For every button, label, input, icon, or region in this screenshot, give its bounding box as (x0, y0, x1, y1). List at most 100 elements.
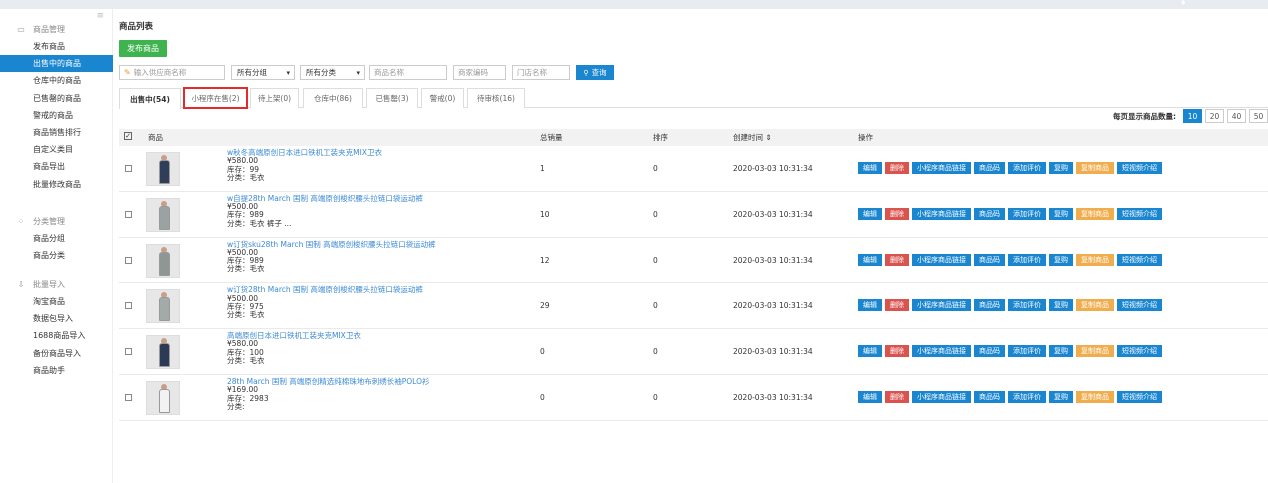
sidebar-item-assistant[interactable]: 商品助手 (0, 362, 113, 379)
repurchase-button[interactable]: 复购 (1049, 299, 1073, 312)
sidebar-item-sales-rank[interactable]: 商品销售排行 (0, 124, 113, 141)
copy-product-button[interactable]: 复制商品 (1076, 390, 1114, 403)
add-review-button[interactable]: 添加评价 (1008, 253, 1046, 266)
short-video-button[interactable]: 短视频介绍 (1117, 345, 1162, 358)
menu-toggle-icon[interactable]: ≡ (96, 12, 104, 21)
search-button[interactable]: ⚲ 查询 (576, 65, 614, 80)
edit-button[interactable]: 编辑 (858, 253, 882, 266)
delete-button[interactable]: 删除 (885, 345, 909, 358)
delete-button[interactable]: 删除 (885, 253, 909, 266)
store-name-input[interactable]: 门店名称 (512, 65, 570, 80)
repurchase-button[interactable]: 复购 (1049, 162, 1073, 174)
user-icon[interactable]: ♦ (1180, 0, 1188, 7)
sidebar-item-1688[interactable]: 1688商品导入 (0, 327, 113, 344)
copy-product-button[interactable]: 复制商品 (1076, 299, 1114, 312)
edit-button[interactable]: 编辑 (858, 345, 882, 358)
product-code-button[interactable]: 商品码 (974, 390, 1005, 403)
product-title-link[interactable]: w自提28th March 国制 高端原创梭织腰头拉链口袋运动裤 (227, 194, 527, 203)
page-size-option[interactable]: 20 (1205, 109, 1224, 123)
product-code-button[interactable]: 商品码 (974, 207, 1005, 220)
tab-pending-review[interactable]: 待审核(16) (467, 88, 525, 108)
product-thumbnail[interactable] (146, 335, 180, 370)
sidebar-item-goods-group[interactable]: 商品分组 (0, 230, 113, 247)
short-video-button[interactable]: 短视频介绍 (1117, 162, 1162, 174)
miniprogram-link-button[interactable]: 小程序商品链接 (912, 345, 971, 358)
sidebar-item-custom-category[interactable]: 自定义类目 (0, 141, 113, 158)
product-code-button[interactable]: 商品码 (974, 253, 1005, 266)
short-video-button[interactable]: 短视频介绍 (1117, 207, 1162, 220)
sidebar-item-goods-category[interactable]: 商品分类 (0, 247, 113, 264)
add-review-button[interactable]: 添加评价 (1008, 390, 1046, 403)
page-size-option[interactable]: 40 (1227, 109, 1246, 123)
row-checkbox[interactable] (125, 348, 132, 356)
sidebar-item-export[interactable]: 商品导出 (0, 158, 113, 175)
col-created[interactable]: 创建时间 ⇕ (733, 129, 772, 146)
miniprogram-link-button[interactable]: 小程序商品链接 (912, 162, 971, 174)
product-thumbnail[interactable] (146, 243, 180, 278)
sidebar-item-warehouse[interactable]: 仓库中的商品 (0, 72, 113, 89)
short-video-button[interactable]: 短视频介绍 (1117, 253, 1162, 266)
tab-pending-shelf[interactable]: 待上架(0) (250, 88, 299, 108)
sidebar-group-head[interactable]: ▭ 商品管理 (0, 21, 113, 38)
sidebar-item-batch-edit[interactable]: 批量修改商品 (0, 176, 113, 193)
copy-product-button[interactable]: 复制商品 (1076, 345, 1114, 358)
miniprogram-link-button[interactable]: 小程序商品链接 (912, 299, 971, 312)
product-code-button[interactable]: 商品码 (974, 299, 1005, 312)
publish-button[interactable]: 发布商品 (119, 40, 167, 57)
edit-button[interactable]: 编辑 (858, 162, 882, 174)
product-title-link[interactable]: w订货sku28th March 国制 高端原创梭织腰头拉链口袋运动裤 (227, 240, 527, 249)
miniprogram-link-button[interactable]: 小程序商品链接 (912, 390, 971, 403)
tab-on-sale[interactable]: 出售中(54) (119, 88, 181, 109)
sidebar-group-head[interactable]: ⇩ 批量导入 (0, 276, 113, 293)
col-sort[interactable]: 排序 (653, 129, 668, 146)
add-review-button[interactable]: 添加评价 (1008, 345, 1046, 358)
sidebar-item-sold-out[interactable]: 已售罄的商品 (0, 90, 113, 107)
repurchase-button[interactable]: 复购 (1049, 345, 1073, 358)
delete-button[interactable]: 删除 (885, 299, 909, 312)
row-checkbox[interactable] (125, 165, 132, 172)
tab-sold-out[interactable]: 已售罄(3) (366, 88, 418, 108)
supplier-input[interactable]: ✎ 输入供应商名称 (119, 65, 225, 80)
select-all-checkbox[interactable]: ✓ (124, 132, 132, 140)
sidebar-item-alert[interactable]: 警戒的商品 (0, 107, 113, 124)
edit-button[interactable]: 编辑 (858, 390, 882, 403)
product-thumbnail[interactable] (146, 197, 180, 232)
miniprogram-link-button[interactable]: 小程序商品链接 (912, 253, 971, 266)
miniprogram-link-button[interactable]: 小程序商品链接 (912, 207, 971, 220)
row-checkbox[interactable] (125, 256, 132, 264)
sidebar-item-taobao[interactable]: 淘宝商品 (0, 293, 113, 310)
sidebar-item-on-sale[interactable]: 出售中的商品 (0, 55, 113, 73)
product-code-button[interactable]: 商品码 (974, 162, 1005, 174)
sidebar-group-head[interactable]: ⁘ 分类管理 (0, 213, 113, 230)
sidebar-item-data-package[interactable]: 数据包导入 (0, 310, 113, 327)
product-name-input[interactable]: 商品名称 (369, 65, 447, 80)
add-review-button[interactable]: 添加评价 (1008, 299, 1046, 312)
repurchase-button[interactable]: 复购 (1049, 207, 1073, 220)
product-title-link[interactable]: w秋冬高端原创日本进口铁机工装夹克MIX卫衣 (227, 148, 527, 157)
sidebar-item-backup-import[interactable]: 备份商品导入 (0, 345, 113, 362)
product-thumbnail[interactable] (146, 380, 180, 415)
product-code-button[interactable]: 商品码 (974, 345, 1005, 358)
copy-product-button[interactable]: 复制商品 (1076, 207, 1114, 220)
row-checkbox[interactable] (125, 210, 132, 218)
repurchase-button[interactable]: 复购 (1049, 390, 1073, 403)
short-video-button[interactable]: 短视频介绍 (1117, 299, 1162, 312)
page-size-option[interactable]: 50 (1249, 109, 1268, 123)
copy-product-button[interactable]: 复制商品 (1076, 253, 1114, 266)
add-review-button[interactable]: 添加评价 (1008, 207, 1046, 220)
short-video-button[interactable]: 短视频介绍 (1117, 390, 1162, 403)
merchant-code-input[interactable]: 商家编码 (453, 65, 506, 80)
tab-alert[interactable]: 警戒(0) (421, 88, 464, 108)
sidebar-item-publish[interactable]: 发布商品 (0, 38, 113, 55)
delete-button[interactable]: 删除 (885, 207, 909, 220)
edit-button[interactable]: 编辑 (858, 207, 882, 220)
tab-warehouse[interactable]: 仓库中(86) (303, 88, 363, 108)
delete-button[interactable]: 删除 (885, 390, 909, 403)
row-checkbox[interactable] (125, 393, 132, 401)
tab-miniprogram[interactable]: 小程序在售(2) (183, 87, 248, 109)
add-review-button[interactable]: 添加评价 (1008, 162, 1046, 174)
repurchase-button[interactable]: 复购 (1049, 253, 1073, 266)
delete-button[interactable]: 删除 (885, 162, 909, 174)
edit-button[interactable]: 编辑 (858, 299, 882, 312)
product-title-link[interactable]: 高端原创日本进口铁机工装夹克MIX卫衣 (227, 331, 527, 340)
